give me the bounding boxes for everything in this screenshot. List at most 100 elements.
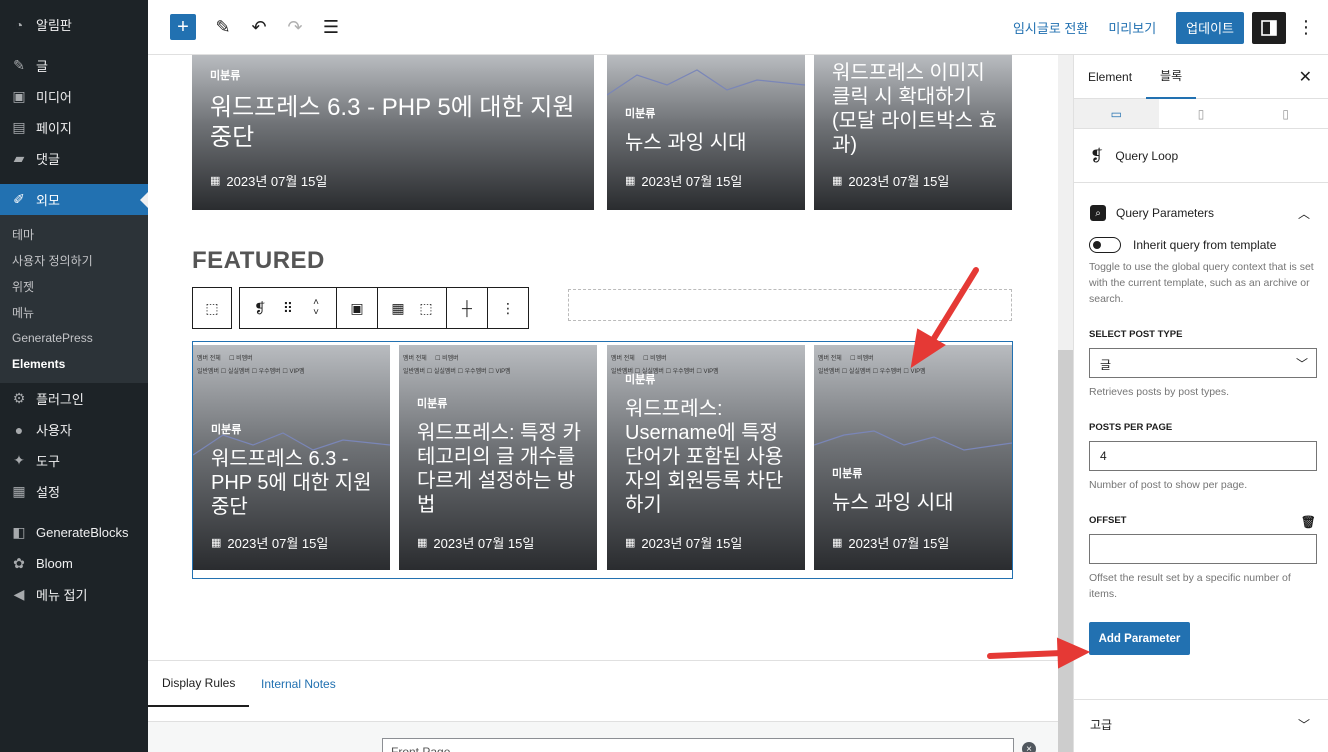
add-parameter-button[interactable]: Add Parameter	[1089, 622, 1190, 655]
comment-icon: ▰	[13, 150, 25, 166]
featured-card-4[interactable]: 멤버 전체 ☐ 비멤버 일반멤버 ☐ 실실멤버 ☐ 우수멤버 ☐ VIP멤 미분…	[814, 345, 1012, 570]
card-category: 미분류	[832, 468, 863, 480]
submenu-themes[interactable]: 테마	[0, 221, 148, 247]
sidebar-item-bloom[interactable]: ✿ Bloom	[0, 548, 148, 579]
move-up-down-icon[interactable]: ˄ ˅	[302, 294, 330, 322]
chevron-down-icon: ﹀	[1297, 718, 1310, 732]
tab-internal-notes[interactable]: Internal Notes	[247, 661, 350, 707]
submenu-widgets[interactable]: 위젯	[0, 273, 148, 299]
per-page-label: POSTS PER PAGE	[1089, 422, 1173, 433]
tab-element[interactable]: Element	[1074, 55, 1146, 99]
card-date: ▦ 2023년 07월 15일	[625, 536, 743, 551]
card-title[interactable]: 워드프레스 6.3 - PHP 5에 대한 지원 중단	[211, 447, 381, 519]
card-title[interactable]: 워드프레스: 특정 카테고리의 글 개수를 다르게 설정하는 방법	[417, 421, 587, 517]
submenu-menus[interactable]: 메뉴	[0, 299, 148, 325]
add-block-button[interactable]: +	[170, 14, 196, 40]
sidebar-item-generateblocks[interactable]: ◧ GenerateBlocks	[0, 517, 148, 548]
chevron-up-icon[interactable]: ︿	[1298, 205, 1310, 222]
parent-select-group: ⬚	[192, 287, 232, 329]
select-box-icon[interactable]: ⬚	[412, 294, 440, 322]
tab-block[interactable]: 블록	[1146, 55, 1197, 99]
insert-group: ┼	[446, 287, 488, 329]
sidebar-item-dashboard[interactable]: ◔ 알림판	[0, 9, 148, 40]
block-toolbar: ⬚ ❡ ⠿ ˄ ˅ ▣ ▦ ⬚ ┼ ⋮	[192, 287, 529, 329]
card-category: 미분류	[625, 374, 656, 386]
more-options-icon[interactable]: ⋮	[1296, 17, 1316, 38]
list-view-icon[interactable]: ☰	[314, 10, 348, 44]
submenu-elements[interactable]: Elements	[0, 351, 148, 377]
sidebar-item-plugins[interactable]: ⚙ 플러그인	[0, 383, 148, 414]
top-card-1[interactable]: 미분류 워드프레스 6.3 - PHP 5에 대한 지원 중단 ▦ 2023년 0…	[192, 55, 594, 210]
query-parameters-header[interactable]: ⌕ Query Parameters ︿	[1074, 191, 1328, 235]
update-button[interactable]: 업데이트	[1176, 11, 1244, 44]
desktop-icon[interactable]: ▭	[1074, 99, 1159, 128]
card-title[interactable]: 워드프레스 이미지 클릭 시 확대하기 (모달 라이트박스 효과)	[832, 61, 1002, 157]
user-icon: ●	[14, 421, 24, 438]
featured-card-1[interactable]: 멤버 전체 ☐ 비멤버 일반멤버 ☐ 실실멤버 ☐ 우수멤버 ☐ VIP멤 미분…	[193, 345, 390, 570]
card-date: ▦ 2023년 07월 15일	[211, 536, 329, 551]
sidebar-item-appearance[interactable]: ✐ 외모	[0, 184, 148, 215]
query-parameters-body: Inherit query from template Toggle to us…	[1074, 237, 1328, 655]
post-type-help: Retrieves posts by post types.	[1089, 386, 1230, 398]
sidebar-item-users[interactable]: ● 사용자	[0, 414, 148, 445]
post-type-select[interactable]: 글 ﹀	[1089, 348, 1317, 378]
scrollbar-thumb[interactable]	[1058, 350, 1073, 752]
sidebar-item-tools[interactable]: ✦ 도구	[0, 445, 148, 476]
card-date: ▦ 2023년 07월 15일	[210, 174, 328, 189]
block-options-icon[interactable]: ⋮	[494, 294, 522, 322]
block-placeholder[interactable]	[568, 289, 1012, 321]
panel-tabs: Element 블록 ✕	[1074, 55, 1328, 99]
per-page-input[interactable]: 4	[1089, 441, 1317, 471]
inherit-query-toggle[interactable]	[1089, 237, 1121, 253]
calendar-icon: ▦	[417, 537, 428, 549]
sidebar-item-comments[interactable]: ▰ 댓글	[0, 143, 148, 174]
advanced-section-header[interactable]: 고급 ﹀	[1074, 699, 1328, 749]
settings-icon: ▦	[12, 483, 26, 499]
sidebar-item-media[interactable]: ▣ 미디어	[0, 81, 148, 112]
featured-heading[interactable]: FEATURED	[192, 247, 325, 275]
grid-icon[interactable]: ▦	[384, 294, 412, 322]
card-title[interactable]: 워드프레스: Username에 특정 단어가 포함된 사용자의 회원등록 차단…	[625, 397, 795, 517]
search-icon: ⌕	[1090, 205, 1106, 221]
insert-after-icon[interactable]: ┼	[453, 294, 481, 322]
submenu-generatepress[interactable]: GeneratePress	[0, 325, 148, 351]
mini-table: 멤버 전체 ☐ 비멤버 일반멤버 ☐ 실실멤버 ☐ 우수멤버 ☐ VIP멤	[403, 356, 511, 375]
offset-input[interactable]	[1089, 534, 1317, 564]
redo-icon[interactable]: ↷	[278, 10, 312, 44]
appearance-submenu: 테마 사용자 정의하기 위젯 메뉴 GeneratePress Elements	[0, 215, 148, 383]
sidebar-collapse[interactable]: ◀ 메뉴 접기	[0, 579, 148, 610]
toolbar-right: 임시글로 전환 미리보기 업데이트 ⋮	[1013, 0, 1328, 55]
card-date: ▦ 2023년 07월 15일	[417, 536, 535, 551]
sidebar-item-pages[interactable]: ▤ 페이지	[0, 112, 148, 143]
switch-to-draft-button[interactable]: 임시글로 전환	[1013, 18, 1088, 37]
location-select[interactable]: Front Page	[382, 738, 1014, 752]
block-name: Query Loop	[1115, 148, 1179, 163]
pencil-icon[interactable]: ✎	[206, 10, 240, 44]
top-card-2[interactable]: 미분류 뉴스 과잉 시대 ▦ 2023년 07월 15일	[607, 55, 805, 210]
submenu-customize[interactable]: 사용자 정의하기	[0, 247, 148, 273]
select-parent-icon[interactable]: ⬚	[198, 294, 226, 322]
preview-button[interactable]: 미리보기	[1108, 18, 1156, 37]
featured-card-3[interactable]: 멤버 전체 ☐ 비멤버 일반멤버 ☐ 실실멤버 ☐ 우수멤버 ☐ VIP멤 미분…	[607, 345, 805, 570]
drag-handle-icon[interactable]: ⠿	[274, 294, 302, 322]
options-group: ⋮	[487, 287, 529, 329]
card-title[interactable]: 워드프레스 6.3 - PHP 5에 대한 지원 중단	[210, 93, 580, 153]
align-icon[interactable]: ▣	[343, 294, 371, 322]
trash-icon[interactable]: 🗑	[1301, 515, 1316, 529]
mobile-icon[interactable]: ▯	[1243, 99, 1328, 128]
remove-rule-icon[interactable]: ×	[1022, 742, 1036, 752]
tablet-icon[interactable]: ▯	[1159, 99, 1244, 128]
card-title[interactable]: 뉴스 과잉 시대	[832, 491, 1002, 515]
sidebar-item-settings[interactable]: ▦ 설정	[0, 476, 148, 507]
tab-display-rules[interactable]: Display Rules	[148, 661, 250, 707]
featured-card-2[interactable]: 멤버 전체 ☐ 비멤버 일반멤버 ☐ 실실멤버 ☐ 우수멤버 ☐ VIP멤 미분…	[399, 345, 597, 570]
query-loop-icon[interactable]: ❡	[246, 294, 274, 322]
sidebar-item-posts[interactable]: ✎ 글	[0, 50, 148, 81]
card-title[interactable]: 뉴스 과잉 시대	[625, 131, 795, 155]
close-icon[interactable]: ✕	[1299, 67, 1312, 87]
device-switcher: ▭ ▯ ▯	[1074, 99, 1328, 129]
undo-icon[interactable]: ↶	[242, 10, 276, 44]
calendar-icon: ▦	[625, 537, 636, 549]
settings-panel-toggle[interactable]	[1252, 11, 1286, 44]
top-card-3[interactable]: 워드프레스 이미지 클릭 시 확대하기 (모달 라이트박스 효과) ▦ 2023년…	[814, 55, 1012, 210]
